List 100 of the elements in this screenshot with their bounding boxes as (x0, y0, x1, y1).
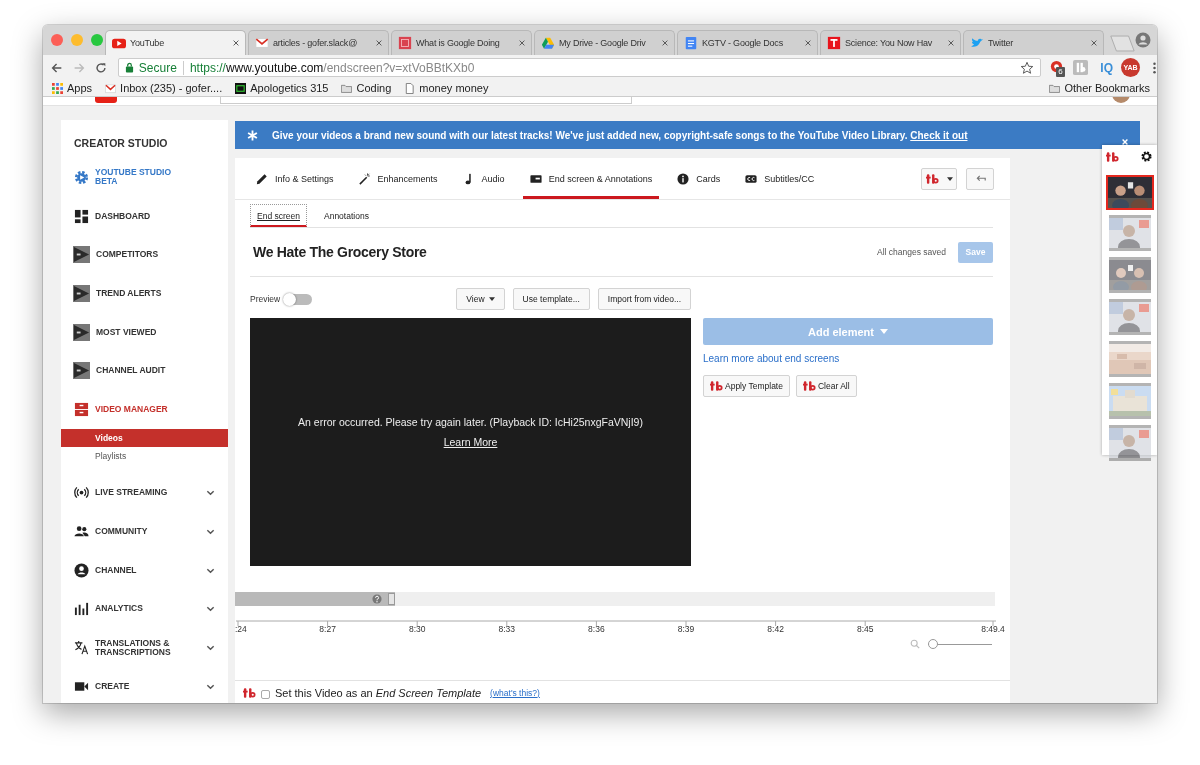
sidebar-subitem[interactable]: Videos (61, 428, 228, 447)
tool-button[interactable]: Import from video... (597, 288, 691, 310)
close-icon[interactable] (1090, 39, 1098, 47)
bird-icon (970, 36, 984, 50)
preview-toggle[interactable] (284, 293, 313, 305)
logo-icon[interactable] (1073, 60, 1089, 75)
editor-tab[interactable]: Cards (670, 158, 728, 199)
whats-this-link[interactable]: (what's this?) (490, 687, 540, 698)
sidebar-item[interactable]: CREATE (61, 666, 228, 703)
sidebar-label: TREND ALERTS (96, 288, 163, 298)
sidebar-item[interactable]: TRANSLATIONS & TRANSCRIPTIONS (61, 628, 228, 667)
bookmark[interactable]: Apologetics 315 (235, 82, 329, 94)
back-button[interactable] (966, 167, 994, 190)
play-icon (112, 36, 126, 50)
browser-tab[interactable]: Twitter (963, 30, 1104, 55)
bookmark[interactable]: Coding (341, 82, 392, 94)
sidebar-item[interactable]: DASHBOARD (61, 196, 228, 236)
time-label: 8:45 (856, 624, 874, 634)
translate-icon (74, 640, 89, 656)
broadcast-icon (74, 485, 89, 501)
video-thumbnail[interactable] (1108, 383, 1151, 420)
logo-icon (1106, 151, 1119, 162)
action-button[interactable]: Clear All (795, 375, 857, 397)
video-thumbnail[interactable] (1108, 215, 1151, 252)
close-icon[interactable] (947, 39, 955, 47)
profile-icon[interactable] (1135, 32, 1151, 48)
help-icon[interactable] (371, 594, 382, 604)
close-icon[interactable] (804, 39, 812, 47)
browser-tab[interactable]: KGTV - Google Docs (677, 30, 818, 55)
browser-tab[interactable]: articles - gofer.slack@ (248, 30, 389, 55)
browser-tab[interactable]: What is Google Doing (391, 30, 532, 55)
address-bar[interactable]: Secure https://www.youtube.com/endscreen?v=xtVoBBtKXb0 (117, 58, 1042, 77)
sidebar-item[interactable]: CHANNEL (61, 550, 228, 590)
sidebar-label: MOST VIEWED (96, 327, 158, 337)
bookmark[interactable]: Apps (52, 82, 93, 94)
video-thumbnail[interactable] (1108, 341, 1151, 378)
folder-icon (1049, 82, 1061, 94)
learn-more-link[interactable]: Learn More (443, 436, 498, 448)
tool-button[interactable]: View (456, 288, 505, 310)
chevron-down-icon[interactable] (206, 643, 215, 653)
close-window-button[interactable] (51, 34, 63, 46)
reload-icon[interactable] (93, 60, 108, 75)
sidebar-item[interactable]: VIDEO MANAGER (61, 390, 228, 429)
tab-title: Science: You Now Hav (845, 38, 934, 48)
bookmark[interactable]: money money (404, 82, 489, 94)
sidebar-subitem[interactable]: Playlists (61, 446, 228, 465)
sub-tab[interactable]: Annotations (317, 204, 376, 227)
browser-tab[interactable]: YouTube (105, 30, 246, 55)
close-icon[interactable] (518, 39, 526, 47)
sidebar-item[interactable]: CHANNEL AUDIT (61, 351, 228, 391)
close-icon[interactable] (375, 39, 383, 47)
bookmark-star-icon[interactable] (1020, 60, 1035, 75)
sub-tab[interactable]: End screen (250, 204, 307, 227)
sidebar-item[interactable]: TREND ALERTS (61, 274, 228, 313)
editor-tab[interactable]: Subtitles/CC (738, 158, 822, 199)
tab-title: YouTube (130, 38, 165, 48)
info-icon (677, 172, 690, 185)
template-checkbox[interactable] (261, 689, 270, 699)
page-icon (404, 82, 416, 94)
learn-more-link[interactable]: Learn more about end screens (703, 353, 840, 364)
chevron-down-icon[interactable] (206, 527, 215, 537)
editor-tab[interactable]: Info & Settings (249, 158, 341, 199)
time-label: 8:33 (498, 624, 516, 634)
video-thumbnail[interactable] (1105, 175, 1154, 211)
bookmark[interactable]: Other Bookmarks (1049, 82, 1150, 94)
close-icon[interactable] (661, 39, 669, 47)
sidebar-item[interactable]: YOUTUBE STUDIO BETA (61, 158, 228, 197)
chevron-down-icon[interactable] (206, 488, 215, 498)
browser-tab[interactable]: Science: You Now Hav (820, 30, 961, 55)
video-thumbnail[interactable] (1108, 425, 1151, 462)
end-screen-range[interactable] (235, 592, 395, 606)
browser-tab[interactable]: My Drive - Google Driv (534, 30, 675, 55)
pencil-icon (256, 172, 268, 185)
chevron-down-icon[interactable] (206, 604, 215, 614)
editor-tab[interactable]: Audio (455, 158, 512, 199)
sidebar-item[interactable]: COMMUNITY (61, 512, 228, 551)
banner-message: Give your videos a brand new sound with our latest tracks! We've just added new, copyright-safe songs to the YouTube Video Library. Check it out (272, 129, 968, 141)
sidebar-item[interactable]: LIVE STREAMING (61, 473, 228, 513)
editor-tab[interactable]: End screen & Annotations (522, 158, 660, 199)
settings-icon[interactable] (1141, 151, 1152, 162)
sidebar-item[interactable]: MOST VIEWED (61, 312, 228, 352)
save-status: All changes saved (877, 247, 946, 257)
action-button[interactable]: Apply Template (703, 375, 790, 397)
zoom-slider-thumb[interactable] (928, 638, 938, 649)
extension-button[interactable]: 6 (1049, 59, 1066, 76)
range-handle[interactable] (387, 593, 395, 605)
editor-tab[interactable]: Enhancements (351, 158, 445, 199)
tool-button[interactable]: Use template... (512, 288, 590, 310)
bookmark[interactable]: Inbox (235) - gofer.... (105, 82, 223, 94)
sidebar-item[interactable]: COMPETITORS (61, 235, 228, 275)
video-thumbnail[interactable] (1108, 299, 1151, 336)
sidebar-label: ANALYTICS (95, 604, 144, 614)
menu-icon[interactable] (1152, 60, 1157, 75)
screen-icon (529, 172, 542, 185)
logo-dropdown-button[interactable] (921, 167, 957, 190)
close-icon[interactable] (232, 39, 240, 47)
video-thumbnail[interactable] (1108, 257, 1151, 294)
sidebar-item[interactable]: ANALYTICS (61, 589, 228, 629)
check-it-out-link[interactable]: Check it out (910, 129, 968, 141)
logo-icon (925, 173, 939, 184)
